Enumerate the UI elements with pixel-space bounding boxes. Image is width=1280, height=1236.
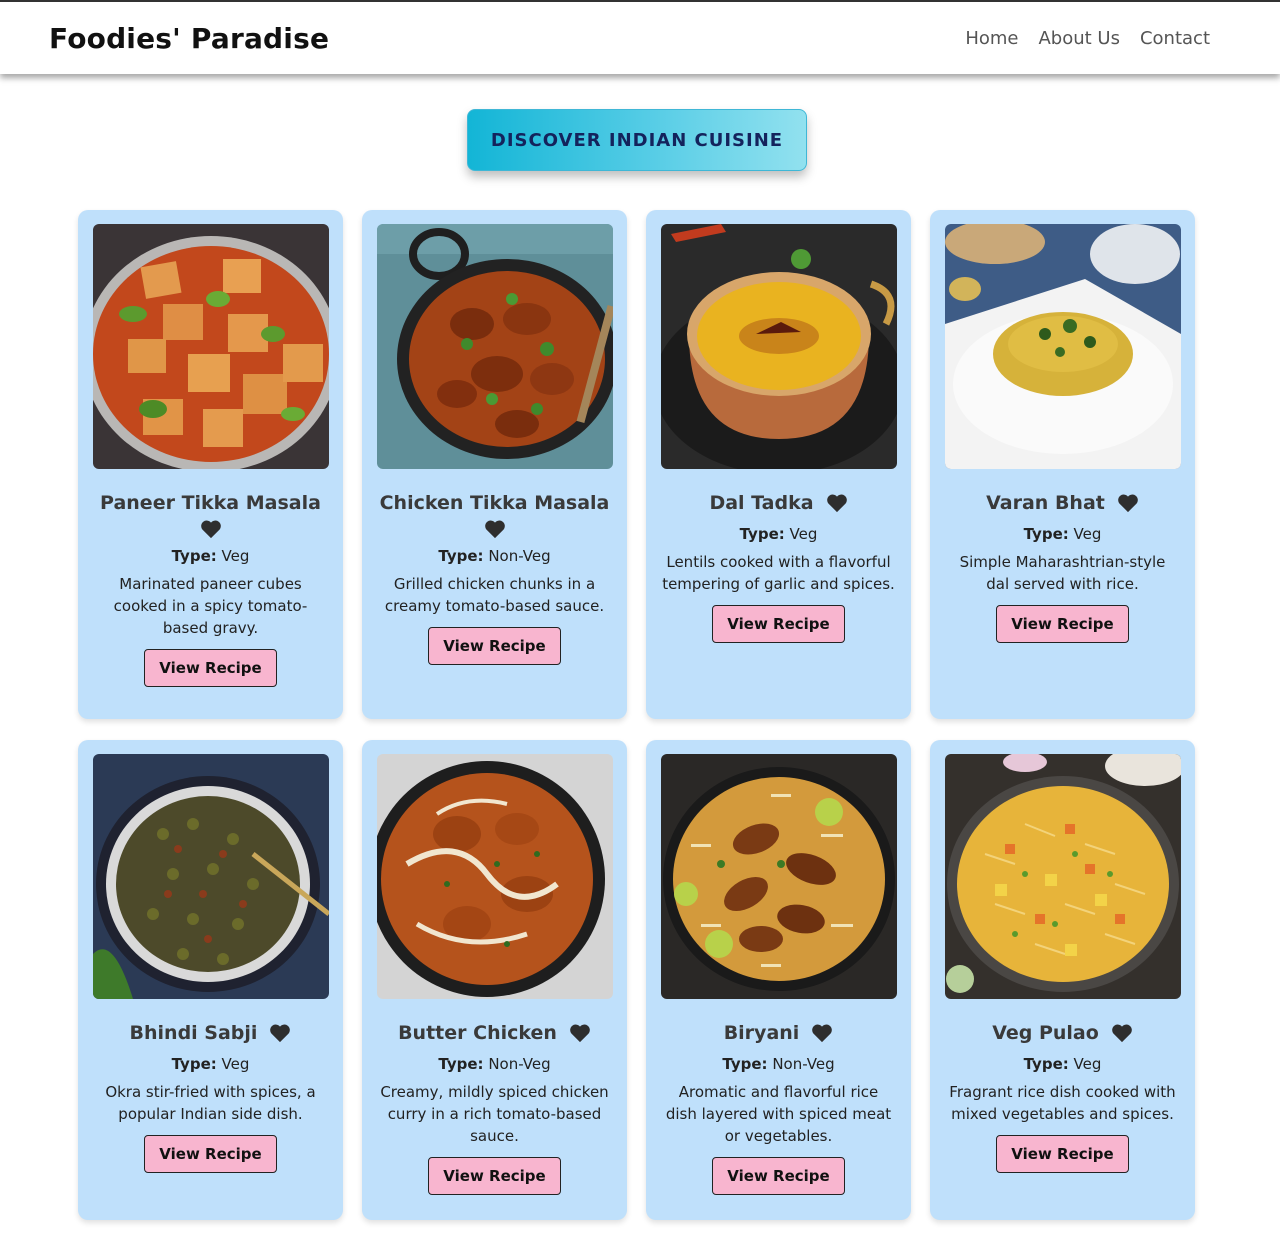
heart-icon[interactable] — [269, 1022, 291, 1044]
recipe-title: Dal Tadka — [709, 492, 814, 514]
heart-icon[interactable] — [826, 492, 848, 514]
brand-logo[interactable]: Foodies' Paradise — [49, 22, 329, 55]
view-recipe-button[interactable]: View Recipe — [712, 1157, 845, 1195]
recipe-grid: Paneer Tikka Masala Type: Veg Marinated … — [78, 210, 1196, 1220]
recipe-description: Okra stir-fried with spices, a popular I… — [105, 1083, 316, 1123]
recipe-type: Type: Veg — [171, 547, 250, 565]
recipe-type: Type: Veg — [1023, 525, 1102, 543]
recipe-type: Type: Non-Veg — [722, 1055, 835, 1073]
recipe-title: Bhindi Sabji — [129, 1022, 258, 1044]
view-recipe-button[interactable]: View Recipe — [428, 627, 561, 665]
recipe-photo — [376, 224, 613, 469]
recipe-photo — [660, 754, 897, 999]
recipe-title: Biryani — [723, 1022, 800, 1044]
recipe-description: Grilled chicken chunks in a creamy tomat… — [384, 575, 605, 615]
heart-icon[interactable] — [484, 519, 506, 541]
view-recipe-button[interactable]: View Recipe — [144, 649, 277, 687]
heart-icon[interactable] — [200, 519, 222, 541]
view-recipe-button[interactable]: View Recipe — [428, 1157, 561, 1195]
recipe-type: Type: Veg — [739, 525, 818, 543]
recipe-card: Biryani Type: Non-Veg Aromatic and flavo… — [646, 740, 911, 1220]
recipe-card: Varan Bhat Type: Veg Simple Maharashtria… — [930, 210, 1195, 719]
heart-icon[interactable] — [811, 1022, 833, 1044]
recipe-type: Type: Veg — [1023, 1055, 1102, 1073]
recipe-type: Type: Non-Veg — [438, 547, 551, 565]
recipe-photo — [660, 224, 897, 469]
recipe-card: Veg Pulao Type: Veg Fragrant rice dish c… — [930, 740, 1195, 1220]
recipe-description: Creamy, mildly spiced chicken curry in a… — [380, 1083, 609, 1145]
view-recipe-button[interactable]: View Recipe — [144, 1135, 277, 1173]
recipe-photo — [92, 224, 329, 469]
recipe-title: Butter Chicken — [398, 1022, 557, 1044]
view-recipe-button[interactable]: View Recipe — [712, 605, 845, 643]
recipe-card: Chicken Tikka Masala Type: Non-Veg Grill… — [362, 210, 627, 719]
recipe-card: Dal Tadka Type: Veg Lentils cooked with … — [646, 210, 911, 719]
recipe-photo — [944, 224, 1181, 469]
recipe-description: Aromatic and flavorful rice dish layered… — [665, 1083, 892, 1145]
discover-cuisine-button[interactable]: DISCOVER INDIAN CUISINE — [467, 109, 807, 171]
heart-icon[interactable] — [569, 1022, 591, 1044]
heart-icon[interactable] — [1117, 492, 1139, 514]
recipe-photo — [92, 754, 329, 999]
recipe-photo — [944, 754, 1181, 999]
recipe-title: Veg Pulao — [992, 1022, 1099, 1044]
heart-icon[interactable] — [1111, 1022, 1133, 1044]
recipe-description: Fragrant rice dish cooked with mixed veg… — [949, 1083, 1176, 1123]
recipe-title: Chicken Tikka Masala — [379, 492, 610, 514]
recipe-card: Butter Chicken Type: Non-Veg Creamy, mil… — [362, 740, 627, 1220]
view-recipe-button[interactable]: View Recipe — [996, 605, 1129, 643]
site-header: Foodies' Paradise Home About Us Contact — [0, 2, 1280, 74]
recipe-description: Simple Maharashtrian-style dal served wi… — [959, 553, 1166, 593]
recipe-photo — [376, 754, 613, 999]
recipe-title: Varan Bhat — [986, 492, 1105, 514]
view-recipe-button[interactable]: View Recipe — [996, 1135, 1129, 1173]
recipe-description: Lentils cooked with a flavorful temperin… — [662, 553, 895, 593]
nav-about-us[interactable]: About Us — [1038, 28, 1120, 49]
recipe-title: Paneer Tikka Masala — [100, 492, 321, 514]
recipe-description: Marinated paneer cubes cooked in a spicy… — [113, 575, 308, 637]
recipe-type: Type: Veg — [171, 1055, 250, 1073]
main-nav: Home About Us Contact — [965, 28, 1210, 49]
nav-home[interactable]: Home — [965, 28, 1018, 49]
recipe-card: Bhindi Sabji Type: Veg Okra stir-fried w… — [78, 740, 343, 1220]
recipe-card: Paneer Tikka Masala Type: Veg Marinated … — [78, 210, 343, 719]
recipe-type: Type: Non-Veg — [438, 1055, 551, 1073]
nav-contact[interactable]: Contact — [1140, 28, 1210, 49]
